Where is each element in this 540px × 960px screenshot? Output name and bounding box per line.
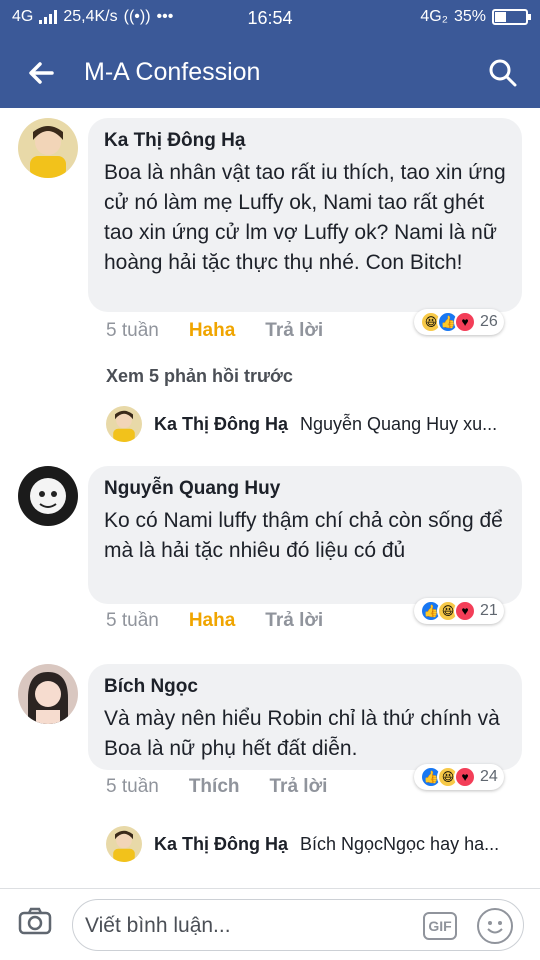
camera-icon[interactable] — [18, 907, 52, 935]
search-icon[interactable] — [488, 58, 518, 88]
comment-time: 5 tuần — [106, 610, 159, 631]
avatar — [106, 406, 142, 442]
haha-button[interactable]: Haha — [189, 320, 235, 342]
status-bar: 4G 25,4K/s ((•)) ••• 16:54 4G₂ 35% — [0, 0, 540, 36]
haha-button[interactable]: Haha — [189, 610, 235, 632]
avatar[interactable] — [18, 466, 78, 526]
comment-text: Ko có Nami luffy thậm chí chả còn sống đ… — [104, 509, 503, 562]
emoji-icon[interactable] — [477, 908, 513, 944]
reply-button[interactable]: Trả lời — [265, 320, 323, 342]
app-header: M-A Confession — [0, 36, 540, 108]
comment-input-placeholder: Viết bình luận... — [85, 914, 231, 937]
reply-text: Bích NgọcNgọc hay ha... — [300, 833, 500, 854]
comment-bubble[interactable]: Ka Thị Đông Hạ Boa là nhân vật tao rất i… — [88, 118, 522, 312]
avatar[interactable] — [18, 664, 78, 724]
battery-percent: 35% — [453, 8, 486, 25]
reaction-summary[interactable]: 👍 😆 ♥ 21 — [414, 598, 504, 624]
comment-actions: 5 tuần Haha Trả lời — [106, 610, 323, 632]
comment-bubble[interactable]: Nguyễn Quang Huy Ko có Nami luffy thậm c… — [88, 466, 522, 604]
network-label-2: 4G₂ — [420, 8, 448, 25]
battery-icon — [492, 9, 531, 25]
page-title: M-A Confession — [84, 58, 261, 86]
love-icon: ♥ — [454, 600, 476, 622]
reply-text: Nguyễn Quang Huy xu... — [300, 413, 498, 434]
comment-time: 5 tuần — [106, 320, 159, 341]
reply-button[interactable]: Trả lời — [265, 610, 323, 632]
reaction-summary[interactable]: 😆 👍 ♥ 26 — [414, 309, 504, 335]
comment-text: Boa là nhân vật tao rất iu thích, tao xi… — [104, 161, 506, 274]
reaction-summary[interactable]: 👍 😆 ♥ 24 — [414, 764, 504, 790]
commenter-name[interactable]: Bích Ngọc — [104, 676, 506, 698]
comment-actions: 5 tuần Thích Trả lời — [106, 776, 327, 798]
love-icon: ♥ — [454, 311, 476, 333]
reply-button[interactable]: Trả lời — [270, 776, 328, 798]
love-icon: ♥ — [454, 766, 476, 788]
comment-actions: 5 tuần Haha Trả lời — [106, 320, 323, 342]
arrow-left-icon[interactable] — [26, 58, 56, 88]
avatar[interactable] — [18, 118, 78, 178]
status-right: 4G₂ 35% — [420, 8, 531, 26]
comment-text: Và mày nên hiểu Robin chỉ là thứ chính v… — [104, 707, 500, 760]
view-previous-replies[interactable]: Xem 5 phản hồi trước — [106, 366, 293, 387]
reply-author: Ka Thị Đông Hạ — [154, 833, 288, 854]
reply-preview[interactable]: Ka Thị Đông Hạ Bích NgọcNgọc hay ha... — [106, 826, 499, 862]
commenter-name[interactable]: Ka Thị Đông Hạ — [104, 130, 506, 152]
comment-time: 5 tuần — [106, 776, 159, 797]
like-button[interactable]: Thích — [189, 776, 240, 798]
reaction-count: 21 — [480, 602, 498, 619]
comment-input[interactable]: Viết bình luận... GIF — [72, 899, 524, 951]
avatar — [106, 826, 142, 862]
comment-bubble[interactable]: Bích Ngọc Và mày nên hiểu Robin chỉ là t… — [88, 664, 522, 770]
reply-author: Ka Thị Đông Hạ — [154, 413, 288, 434]
commenter-name[interactable]: Nguyễn Quang Huy — [104, 478, 506, 500]
gif-button[interactable]: GIF — [423, 912, 457, 940]
reaction-count: 24 — [480, 768, 498, 785]
reply-preview[interactable]: Ka Thị Đông Hạ Nguyễn Quang Huy xu... — [106, 406, 497, 442]
reaction-count: 26 — [480, 313, 498, 330]
comment-composer: Viết bình luận... GIF — [0, 888, 540, 960]
